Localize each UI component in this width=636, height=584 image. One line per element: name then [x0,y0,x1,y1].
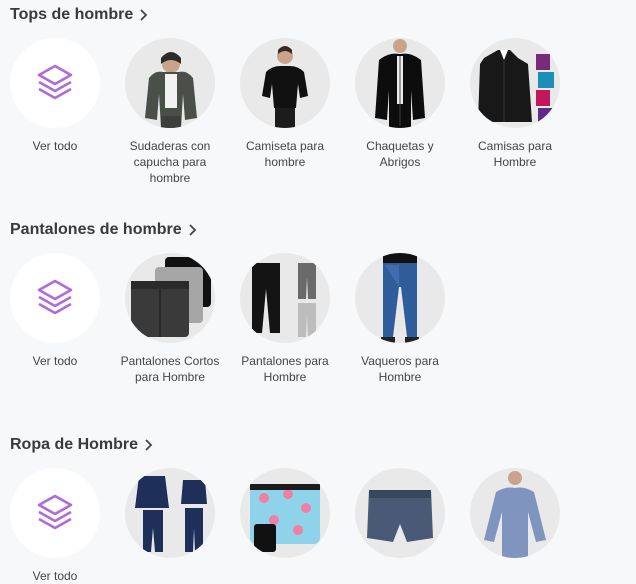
tile-image [240,468,330,558]
boxers-image [367,490,433,542]
shirt-image [478,50,554,124]
chevron-right-icon [140,9,148,21]
section-title-text: Pantalones de hombre [10,221,182,238]
layers-icon [37,494,73,530]
tile-ver-todo[interactable]: Ver todo [0,253,110,369]
section-title-link[interactable]: Pantalones de hombre [10,221,198,239]
tracksuit-image [135,476,207,552]
section-title-link[interactable]: Ropa de Hombre [10,436,154,454]
tile-image [10,468,100,558]
hoodie-image [145,52,197,128]
tile-label: Camiseta para hombre [245,139,325,169]
tshirt-image [262,46,308,128]
tile-thermal[interactable] [460,468,570,568]
tile-chaquetas[interactable]: Chaquetas y Abrigos [345,38,455,170]
tile-image [470,38,560,128]
tile-camiseta[interactable]: Camiseta para hombre [230,38,340,170]
tile-label: Ver todo [32,139,78,153]
swim-shorts-image [250,484,320,552]
chevron-right-icon [145,439,153,451]
tile-ver-todo[interactable]: Ver todo [0,468,110,584]
tile-label: Chaquetas y Abrigos [366,139,434,169]
tile-image [125,38,215,128]
tile-label: Pantalones Cortos para Hombre [120,354,220,384]
jacket-image [375,39,425,128]
tile-sudaderas[interactable]: Sudaderas con capucha para hombre [115,38,225,186]
tile-image [125,253,215,343]
tile-label: Ver todo [32,569,78,583]
tile-tracksuit[interactable] [115,468,225,568]
thermal-shirt-image [484,471,546,558]
layers-icon [37,64,73,100]
tile-ver-todo[interactable]: Ver todo [0,38,110,154]
tile-image [240,38,330,128]
tile-pantalones[interactable]: Pantalones para Hombre [230,253,340,385]
tile-image [355,253,445,343]
section-title-text: Tops de hombre [10,6,134,23]
pants-image [252,263,316,337]
tile-label: Camisas para Hombre [477,139,553,169]
tile-label: Pantalones para Hombre [241,354,329,384]
tile-label: Ver todo [32,354,78,368]
tile-image [240,253,330,343]
tile-image [10,38,100,128]
layers-icon [37,279,73,315]
tile-image [125,468,215,558]
tile-image [355,468,445,558]
tile-camisas[interactable]: Camisas para Hombre [460,38,570,170]
section-title-link[interactable]: Tops de hombre [10,6,149,24]
tile-image [355,38,445,128]
tile-label: Vaqueros para Hombre [361,354,439,384]
tile-label: Sudaderas con capucha para hombre [129,139,211,185]
jeans-image [381,253,419,343]
tile-swim-shorts[interactable] [230,468,340,568]
tile-image [10,253,100,343]
tile-vaqueros[interactable]: Vaqueros para Hombre [345,253,455,385]
tile-boxers[interactable] [345,468,455,568]
section-title-text: Ropa de Hombre [10,436,139,453]
chevron-right-icon [188,224,196,236]
tile-image [470,468,560,558]
tile-pantalones-cortos[interactable]: Pantalones Cortos para Hombre [115,253,225,385]
shorts-image [131,257,211,337]
